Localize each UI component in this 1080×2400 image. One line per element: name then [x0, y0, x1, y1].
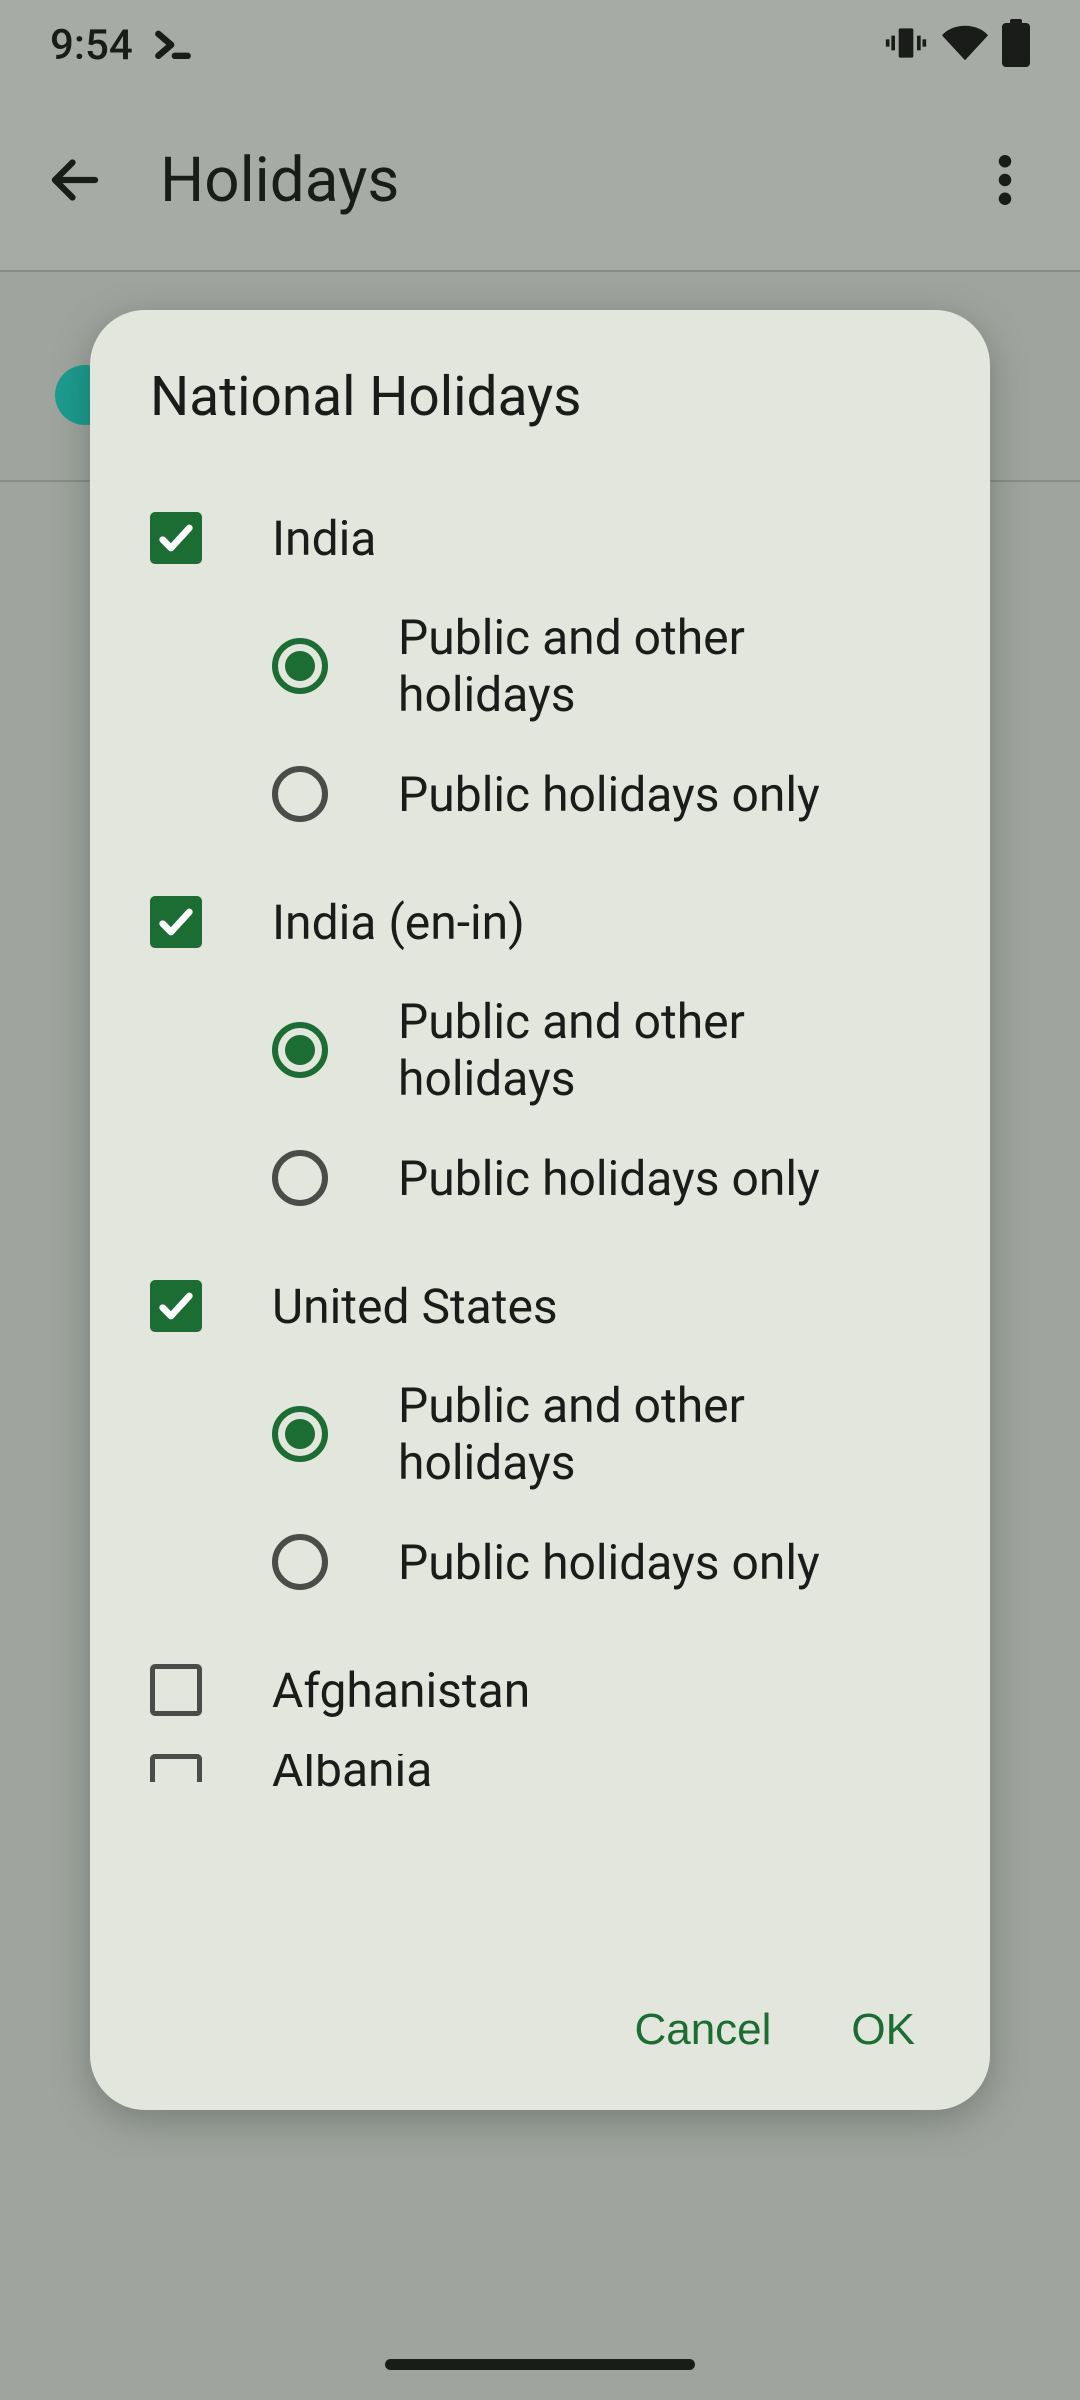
country-row-india-en-in[interactable]: India (en-in): [150, 858, 930, 986]
check-icon: [156, 902, 196, 942]
country-label: India: [272, 510, 376, 567]
country-row-albania[interactable]: Albania: [150, 1754, 930, 1804]
dialog-actions: Cancel OK: [90, 1960, 990, 2110]
divider: [0, 270, 1080, 272]
vibrate-icon: [884, 21, 928, 69]
terminal-icon: [151, 21, 195, 69]
checkbox-unchecked-icon[interactable]: [150, 1754, 202, 1782]
country-row-united-states[interactable]: United States: [150, 1242, 930, 1370]
cancel-button[interactable]: Cancel: [634, 2005, 771, 2055]
country-row-india[interactable]: India: [150, 474, 930, 602]
radio-row-public-only[interactable]: Public holidays only: [150, 1114, 930, 1242]
checkbox[interactable]: [150, 1280, 202, 1332]
country-row-afghanistan[interactable]: Afghanistan: [150, 1626, 930, 1754]
radio-selected-icon: [272, 1022, 328, 1078]
radio-label: Public holidays only: [398, 766, 820, 823]
radio-unselected-icon: [272, 1534, 328, 1590]
national-holidays-dialog: National Holidays India Public and other…: [90, 310, 990, 2110]
checkbox-checked-icon: [150, 896, 202, 948]
radio-button[interactable]: [272, 1022, 328, 1078]
back-button[interactable]: [40, 145, 110, 215]
radio-button[interactable]: [272, 1406, 328, 1462]
battery-icon: [1002, 19, 1030, 71]
app-header: Holidays: [0, 90, 1080, 270]
radio-row-public-other[interactable]: Public and other holidays: [150, 1370, 930, 1498]
radio-button[interactable]: [272, 638, 328, 694]
dialog-title: National Holidays: [90, 310, 990, 474]
radio-selected-icon: [272, 1406, 328, 1462]
nav-handle[interactable]: [385, 2359, 695, 2370]
radio-unselected-icon: [272, 1150, 328, 1206]
radio-label: Public and other holidays: [398, 609, 930, 723]
country-label: Afghanistan: [272, 1662, 530, 1719]
radio-label: Public holidays only: [398, 1534, 820, 1591]
radio-unselected-icon: [272, 766, 328, 822]
status-right: [884, 19, 1030, 71]
ok-button[interactable]: OK: [851, 2005, 915, 2055]
radio-row-public-only[interactable]: Public holidays only: [150, 730, 930, 858]
check-icon: [156, 1286, 196, 1326]
country-label: United States: [272, 1278, 558, 1335]
checkbox-checked-icon: [150, 512, 202, 564]
wifi-icon: [942, 20, 988, 70]
arrow-left-icon: [45, 150, 105, 210]
dialog-scroll-content[interactable]: India Public and other holidays Public h…: [90, 474, 990, 1960]
status-time: 9:54: [50, 21, 133, 70]
country-label: India (en-in): [272, 894, 525, 951]
radio-label: Public holidays only: [398, 1150, 820, 1207]
checkbox[interactable]: [150, 1664, 202, 1716]
radio-button[interactable]: [272, 1534, 328, 1590]
radio-button[interactable]: [272, 1150, 328, 1206]
radio-row-public-other[interactable]: Public and other holidays: [150, 986, 930, 1114]
radio-label: Public and other holidays: [398, 1377, 930, 1491]
status-left: 9:54: [50, 21, 195, 70]
checkbox[interactable]: [150, 896, 202, 948]
check-icon: [156, 518, 196, 558]
page-title: Holidays: [160, 144, 920, 217]
radio-row-public-other[interactable]: Public and other holidays: [150, 602, 930, 730]
checkbox-unchecked-icon: [150, 1664, 202, 1716]
country-label: Albania: [272, 1754, 432, 1794]
radio-selected-icon: [272, 638, 328, 694]
status-bar: 9:54: [0, 0, 1080, 90]
checkbox-checked-icon: [150, 1280, 202, 1332]
radio-row-public-only[interactable]: Public holidays only: [150, 1498, 930, 1626]
radio-button[interactable]: [272, 766, 328, 822]
checkbox[interactable]: [150, 512, 202, 564]
more-vert-icon: [997, 155, 1013, 205]
radio-label: Public and other holidays: [398, 993, 930, 1107]
overflow-menu-button[interactable]: [970, 145, 1040, 215]
